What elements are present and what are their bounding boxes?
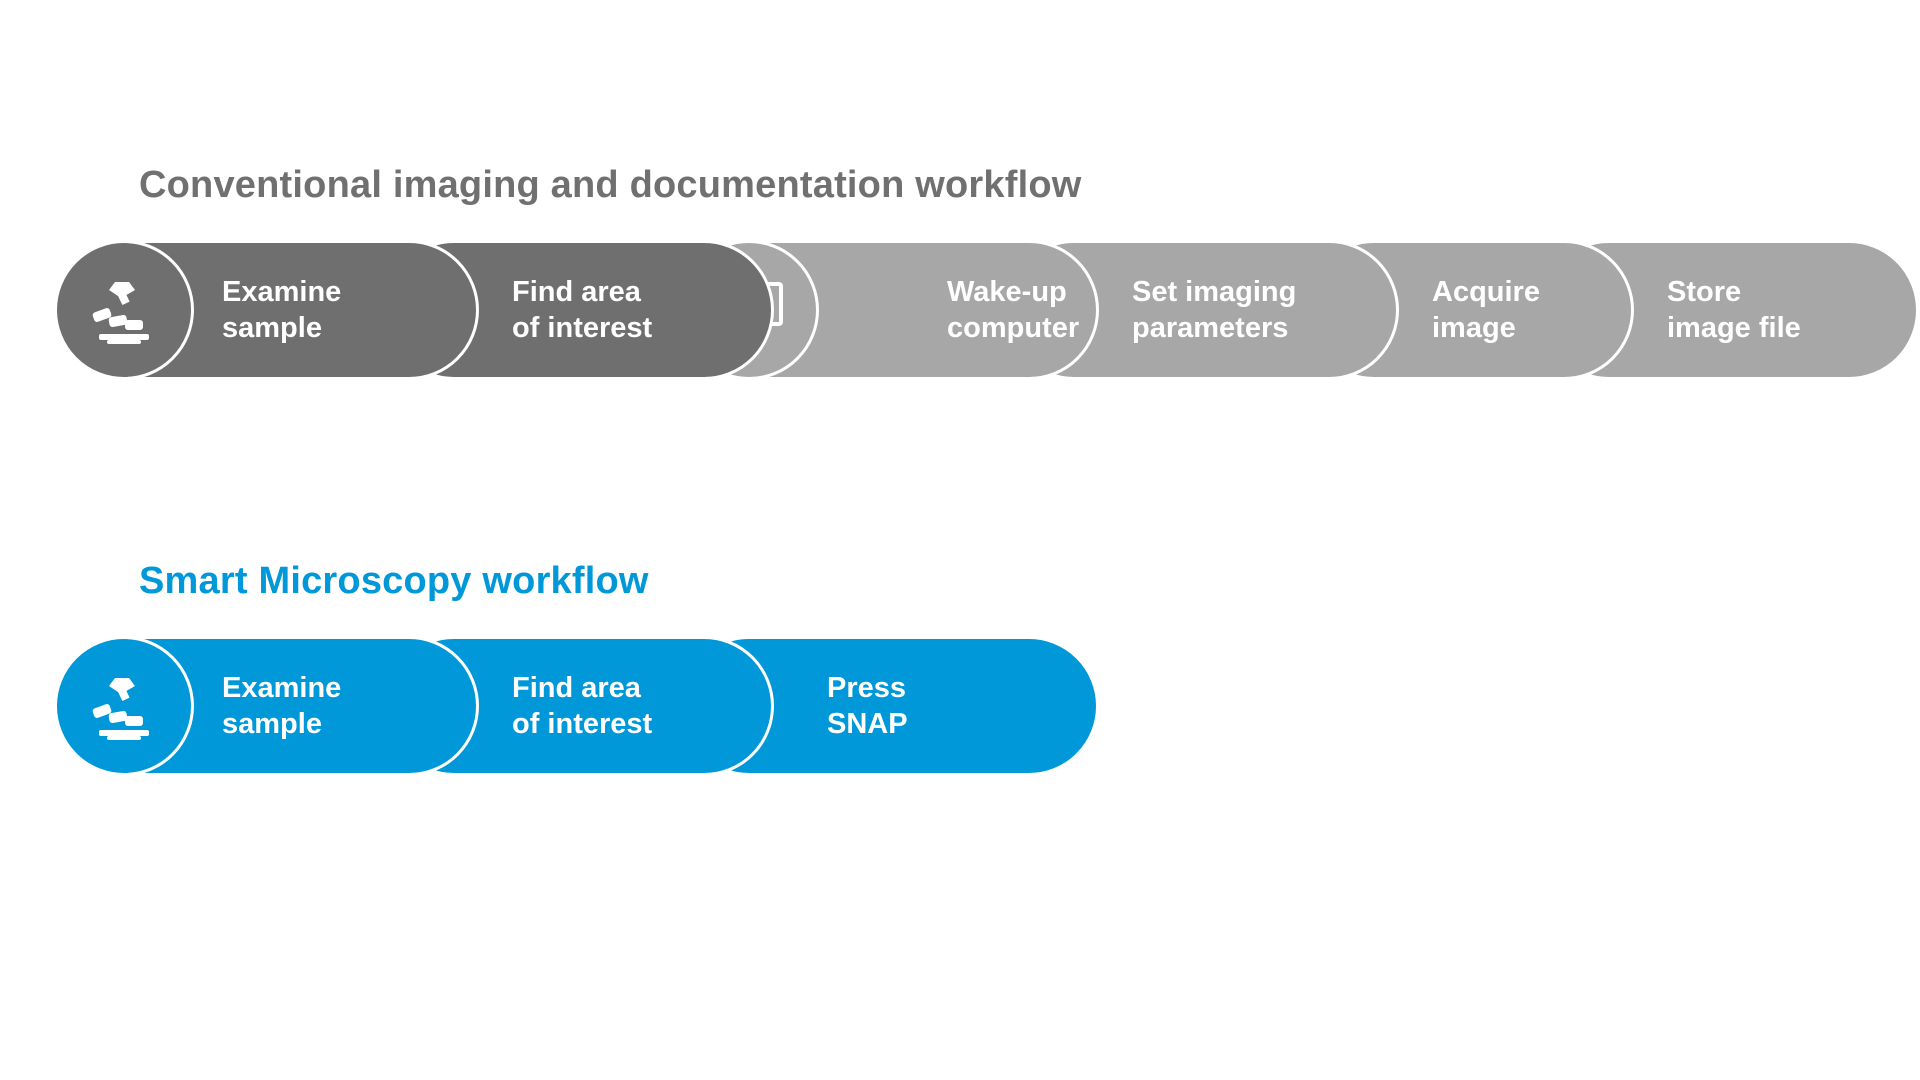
smart-step-snap-label: Press SNAP bbox=[827, 670, 908, 743]
conv-step-acquire-label: Acquire image bbox=[1432, 274, 1540, 347]
smart-step-find-area-label: Find area of interest bbox=[512, 670, 652, 743]
conv-step-find-area-label: Find area of interest bbox=[512, 274, 652, 347]
conv-step-wake-up-label: Wake-up computer bbox=[947, 274, 1079, 347]
diagram-stage: Conventional imaging and documentation w… bbox=[0, 0, 1920, 1080]
smart-step-examine-label: Examine sample bbox=[222, 670, 341, 743]
conventional-title: Conventional imaging and documentation w… bbox=[139, 164, 1082, 207]
conv-step-set-params-label: Set imaging parameters bbox=[1132, 274, 1296, 347]
conv-step-store-label: Store image file bbox=[1667, 274, 1801, 347]
conventional-row: Store image file Acquire image Set imagi… bbox=[54, 240, 1866, 380]
smart-row: Press SNAP Find area of interest Examine… bbox=[54, 636, 1104, 776]
microscope-icon bbox=[54, 636, 194, 776]
smart-title: Smart Microscopy workflow bbox=[139, 560, 649, 603]
conv-step-examine-label: Examine sample bbox=[222, 274, 341, 347]
microscope-icon bbox=[54, 240, 194, 380]
